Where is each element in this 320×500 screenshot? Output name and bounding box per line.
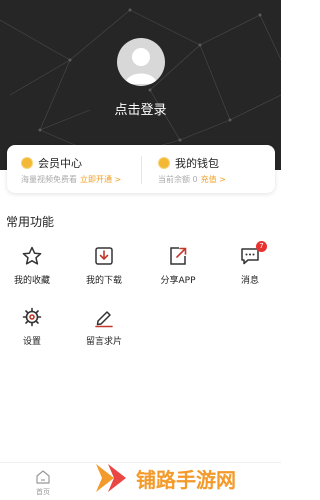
func-label: 留言求片	[85, 337, 122, 347]
wallet-coin-icon	[158, 157, 170, 169]
avatar[interactable]	[117, 38, 165, 86]
vip-subtitle: 海量视频免费看 立即开通 >	[21, 174, 121, 185]
wallet-balance-text: 当前余额 0	[158, 175, 198, 184]
share-icon	[170, 247, 187, 265]
watermark-logo-icon	[96, 464, 126, 492]
section-title-functions: 常用功能	[6, 215, 55, 229]
vip-subtitle-text: 海量视频免费看	[21, 175, 77, 184]
vip-activate-link[interactable]: 立即开通 >	[80, 175, 121, 184]
func-label: 消息	[240, 276, 259, 286]
watermark-text: 铺路手游网	[136, 468, 236, 492]
wallet-entry[interactable]: 我的钱包 当前余额 0 充值 >	[144, 145, 274, 193]
tab-home[interactable]: 首页	[28, 467, 58, 499]
vip-center-entry[interactable]: 会员中心 海量视频免费看 立即开通 >	[7, 145, 137, 193]
func-label: 分享APP	[160, 276, 196, 286]
watermark: 铺路手游网	[92, 456, 281, 500]
default-avatar-icon	[125, 48, 157, 84]
card-divider	[141, 156, 142, 184]
wallet-subtitle: 当前余额 0 充值 >	[158, 174, 226, 185]
wallet-title: 我的钱包	[175, 157, 219, 170]
pen-icon	[95, 311, 113, 328]
star-icon	[22, 246, 42, 265]
func-label: 我的下载	[85, 276, 122, 286]
func-label: 设置	[22, 337, 41, 347]
message-count-badge: 7	[256, 241, 267, 252]
vip-title: 会员中心	[38, 157, 82, 170]
login-link[interactable]: 点击登录	[0, 99, 281, 118]
account-card: 会员中心 海量视频免费看 立即开通 > 我的钱包 当前余额 0 充值 >	[7, 145, 275, 193]
func-share-app[interactable]: 分享APP	[148, 245, 208, 289]
func-messages[interactable]: 7 消息	[220, 241, 280, 289]
download-icon	[95, 247, 113, 265]
func-favorites[interactable]: 我的收藏	[2, 245, 62, 289]
wallet-recharge-link[interactable]: 充值 >	[201, 175, 226, 184]
func-downloads[interactable]: 我的下载	[74, 245, 134, 289]
vip-coin-icon	[21, 157, 33, 169]
func-request-movie[interactable]: 留言求片	[74, 306, 134, 350]
tab-home-label: 首页	[36, 488, 50, 496]
home-icon	[36, 470, 50, 484]
func-settings[interactable]: 设置	[2, 306, 62, 350]
func-label: 我的收藏	[13, 276, 50, 286]
gear-icon	[22, 307, 42, 327]
